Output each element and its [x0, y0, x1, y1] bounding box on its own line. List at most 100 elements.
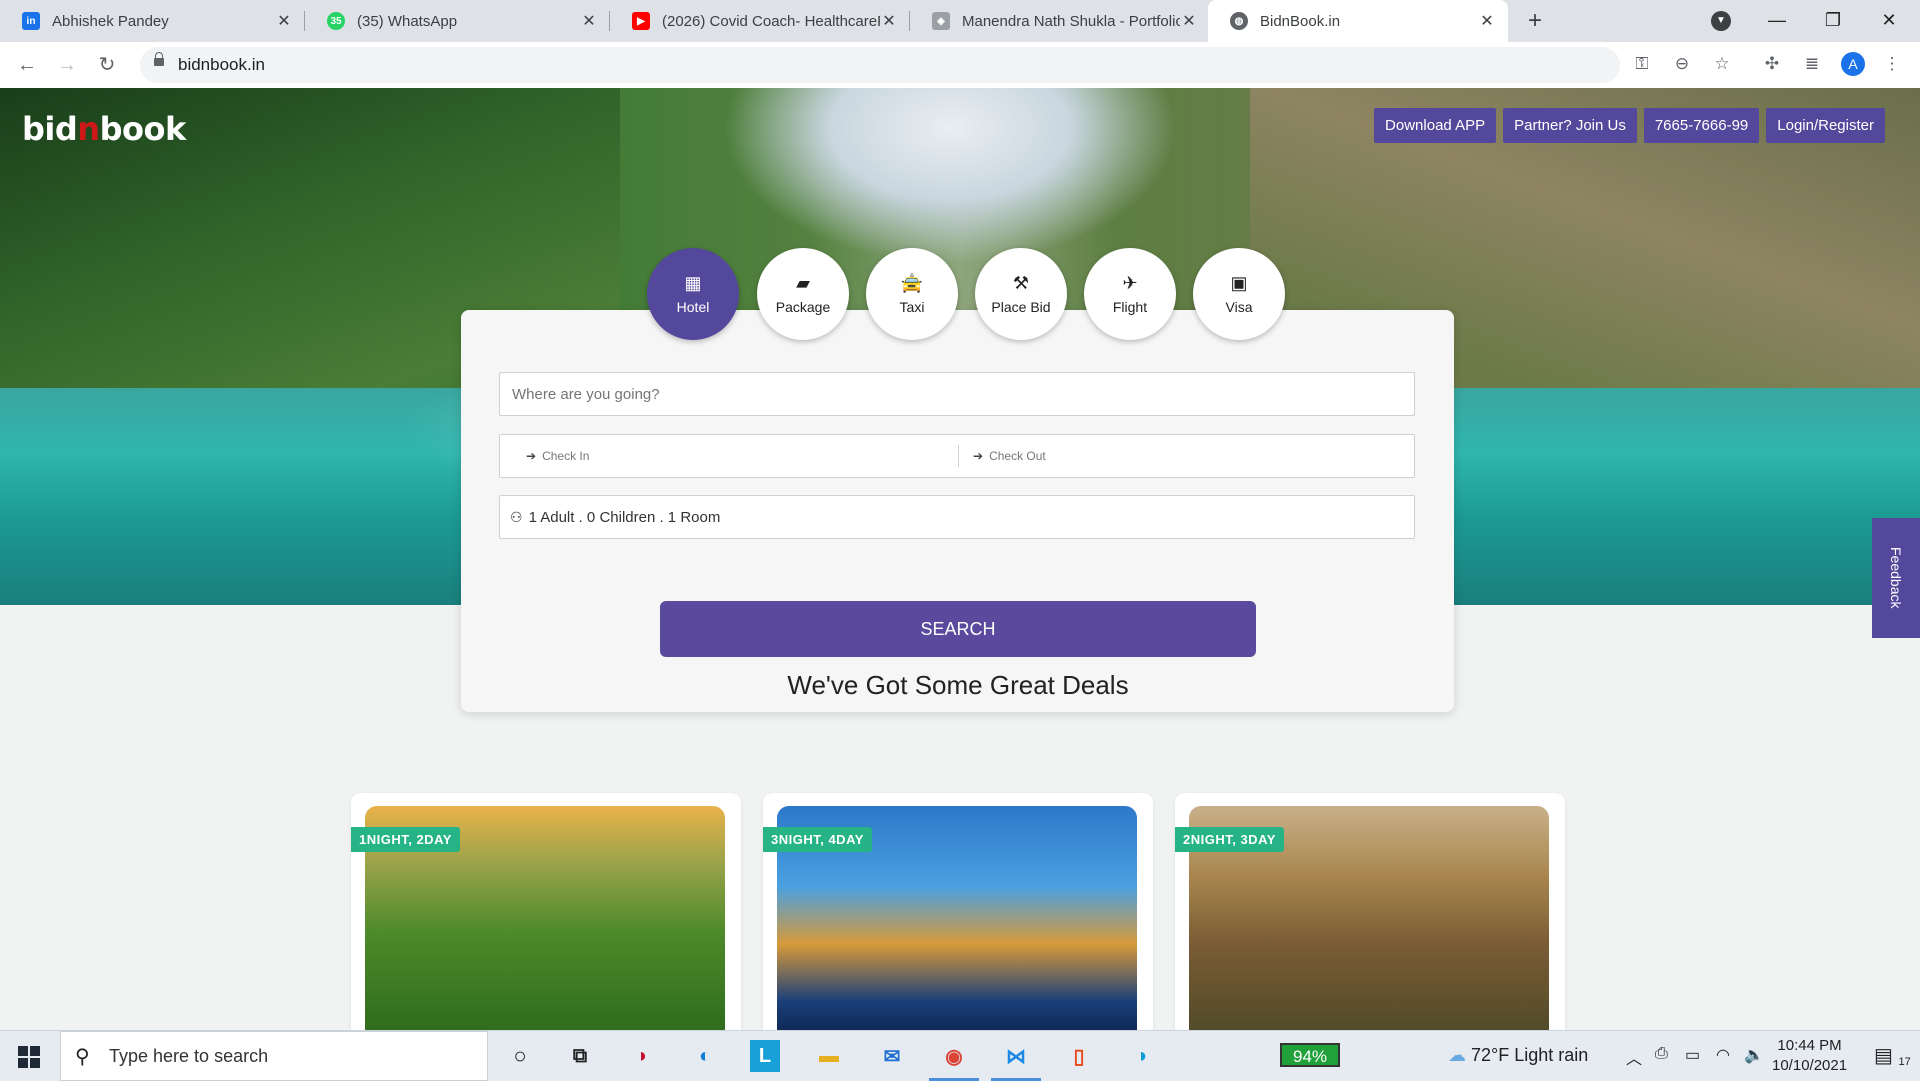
chevron-up-icon[interactable]: ︿ [1626, 1045, 1642, 1069]
tab-strip: in Abhishek Pandey ✕ 35 (35) WhatsApp ✕ … [0, 0, 1920, 42]
close-tab-icon[interactable]: ✕ [1478, 11, 1496, 31]
site-logo[interactable]: bidnbook [22, 110, 186, 148]
url-text: bidnbook.in [178, 55, 265, 74]
battery-indicator[interactable]: 94% [1280, 1043, 1340, 1067]
forward-icon[interactable]: → [52, 50, 82, 80]
profile-page-icon: in [22, 12, 40, 30]
taskbar-search[interactable]: ⚲ Type here to search [60, 1031, 488, 1081]
battery-icon[interactable]: ▭ [1685, 1045, 1700, 1065]
search-button[interactable]: SEARCH [660, 601, 1256, 657]
restore-button[interactable]: ❐ [1810, 0, 1856, 40]
close-tab-icon[interactable]: ✕ [880, 11, 898, 31]
taxi-icon: 🚖 [900, 273, 924, 293]
tab-title: BidnBook.in [1260, 12, 1341, 30]
tab-abhishek[interactable]: in Abhishek Pandey ✕ [0, 0, 305, 42]
extensions-icon[interactable]: ✣ [1760, 52, 1784, 76]
tab-whatsapp[interactable]: 35 (35) WhatsApp ✕ [305, 0, 610, 42]
globe-icon: ◍ [1230, 12, 1248, 30]
profile-avatar[interactable]: A [1841, 52, 1865, 76]
media-queue-icon[interactable]: ≣ [1800, 52, 1824, 76]
download-app-button[interactable]: Download APP [1374, 108, 1497, 143]
deal-duration-badge: 3NIGHT, 4DAY [763, 827, 872, 852]
service-hotel[interactable]: ▦ Hotel [647, 248, 739, 340]
destination-input[interactable] [500, 373, 1414, 415]
logo-text-bid: bid [22, 110, 78, 148]
tab-bidnbook[interactable]: ◍ BidnBook.in ✕ [1208, 0, 1508, 42]
feedback-tab[interactable]: Feedback [1872, 518, 1920, 638]
tab-title: Abhishek Pandey [52, 12, 169, 30]
clock-date: 10/10/2021 [1772, 1057, 1848, 1074]
deals-heading: We've Got Some Great Deals [787, 670, 1129, 700]
address-bar[interactable]: bidnbook.in [140, 47, 1620, 83]
password-key-icon[interactable]: ⚿ [1630, 52, 1654, 76]
guests-field[interactable]: ⚇ 1 Adult . 0 Children . 1 Room [499, 495, 1415, 539]
flight-icon: ✈ [1122, 273, 1138, 293]
file-explorer-icon[interactable]: ▬ [812, 1040, 846, 1072]
windows-start-icon[interactable] [18, 1046, 40, 1068]
clock-time: 10:44 PM [1777, 1037, 1842, 1054]
mail-icon[interactable]: ✉ [875, 1040, 909, 1072]
cortana-icon[interactable]: ○ [503, 1040, 537, 1072]
system-clock[interactable]: 10:44 PM 10/10/2021 [1772, 1036, 1847, 1076]
close-tab-icon[interactable]: ✕ [580, 11, 598, 31]
notification-count: 17 [1898, 1056, 1911, 1068]
person-icon: ⚇ [510, 508, 523, 525]
chrome-icon[interactable]: ◉ [929, 1040, 979, 1081]
close-window-button[interactable]: ✕ [1866, 0, 1912, 40]
tab-title: (35) WhatsApp [357, 12, 458, 30]
minimize-button[interactable]: — [1754, 0, 1800, 40]
tab-title: Manendra Nath Shukla - Portfolic [962, 12, 1180, 30]
reload-icon[interactable]: ↻ [92, 50, 122, 80]
service-flight[interactable]: ✈ Flight [1084, 248, 1176, 340]
logo-text-book: book [99, 110, 187, 148]
service-label: Flight [1112, 299, 1148, 315]
gavel-icon: ⚒ [1012, 273, 1030, 293]
mcafee-icon[interactable]: ◗ [626, 1040, 660, 1072]
service-label: Hotel [676, 299, 710, 315]
service-package[interactable]: ▰ Package [757, 248, 849, 340]
tab-search-icon[interactable]: ▼ [1711, 11, 1731, 31]
notification-center-icon[interactable]: ▤ 17 [1874, 1043, 1911, 1068]
checkin-field[interactable]: ➔ Check In [526, 435, 589, 477]
whatsapp-icon: 35 [327, 12, 345, 30]
service-visa[interactable]: ▣ Visa [1193, 248, 1285, 340]
task-view-icon[interactable]: ⧉ [563, 1040, 597, 1072]
tab-portfolio[interactable]: ◈ Manendra Nath Shukla - Portfolic ✕ [910, 0, 1210, 42]
bookmark-star-icon[interactable]: ☆ [1710, 52, 1734, 76]
close-tab-icon[interactable]: ✕ [1180, 11, 1198, 31]
tab-title: (2026) Covid Coach- HealthcareP [662, 12, 880, 30]
checkout-field[interactable]: ➔ Check Out [973, 435, 1046, 477]
deal-card[interactable]: 1NIGHT, 2DAY [351, 793, 741, 1030]
notification-icon: ▤ [1874, 1045, 1893, 1067]
login-register-button[interactable]: Login/Register [1766, 108, 1885, 143]
phone-number-button[interactable]: 7665-7666-99 [1643, 108, 1760, 143]
service-label: Visa [1225, 299, 1253, 315]
checkin-label: Check In [542, 449, 590, 463]
browser-toolbar: ← → ↻ bidnbook.in ⚿ ⊖ ☆ ✣ ≣ A ⋮ [0, 42, 1920, 89]
close-tab-icon[interactable]: ✕ [275, 11, 293, 31]
wifi-icon[interactable]: ◠ [1716, 1045, 1730, 1065]
volume-icon[interactable]: 🔈 [1744, 1045, 1764, 1065]
rain-cloud-icon: ☁ [1448, 1045, 1466, 1065]
meet-now-icon[interactable]: ⎙ [1655, 1045, 1668, 1063]
tab-youtube[interactable]: ▶ (2026) Covid Coach- HealthcareP ✕ [610, 0, 910, 42]
vscode-icon[interactable]: ⋈ [991, 1040, 1041, 1081]
deal-card[interactable]: 2NIGHT, 3DAY [1175, 793, 1565, 1030]
edge-icon[interactable]: ◐ [688, 1040, 722, 1072]
service-taxi[interactable]: 🚖 Taxi [866, 248, 958, 340]
service-place-bid[interactable]: ⚒ Place Bid [975, 248, 1067, 340]
deal-duration-badge: 1NIGHT, 2DAY [351, 827, 460, 852]
header-actions: Download APP Partner? Join Us 7665-7666-… [1374, 108, 1885, 143]
zoom-icon[interactable]: ⊖ [1670, 52, 1694, 76]
taskbar: ⚲ Type here to search ○ ⧉ ◗ ◐ L ▬ ✉ ◉ ⋈ … [0, 1030, 1920, 1081]
back-icon[interactable]: ← [12, 50, 42, 80]
guests-value: 1 Adult . 0 Children . 1 Room [528, 508, 721, 526]
office-icon[interactable]: ▯ [1062, 1040, 1096, 1072]
launcher-l-icon[interactable]: L [750, 1040, 780, 1072]
edge-beta-icon[interactable]: ◑ [1124, 1040, 1158, 1072]
weather-widget[interactable]: ☁ 72°F Light rain [1448, 1045, 1588, 1066]
menu-kebab-icon[interactable]: ⋮ [1880, 52, 1904, 76]
new-tab-button[interactable]: + [1520, 6, 1550, 36]
partner-join-button[interactable]: Partner? Join Us [1503, 108, 1637, 143]
deal-card[interactable]: 3NIGHT, 4DAY [763, 793, 1153, 1030]
